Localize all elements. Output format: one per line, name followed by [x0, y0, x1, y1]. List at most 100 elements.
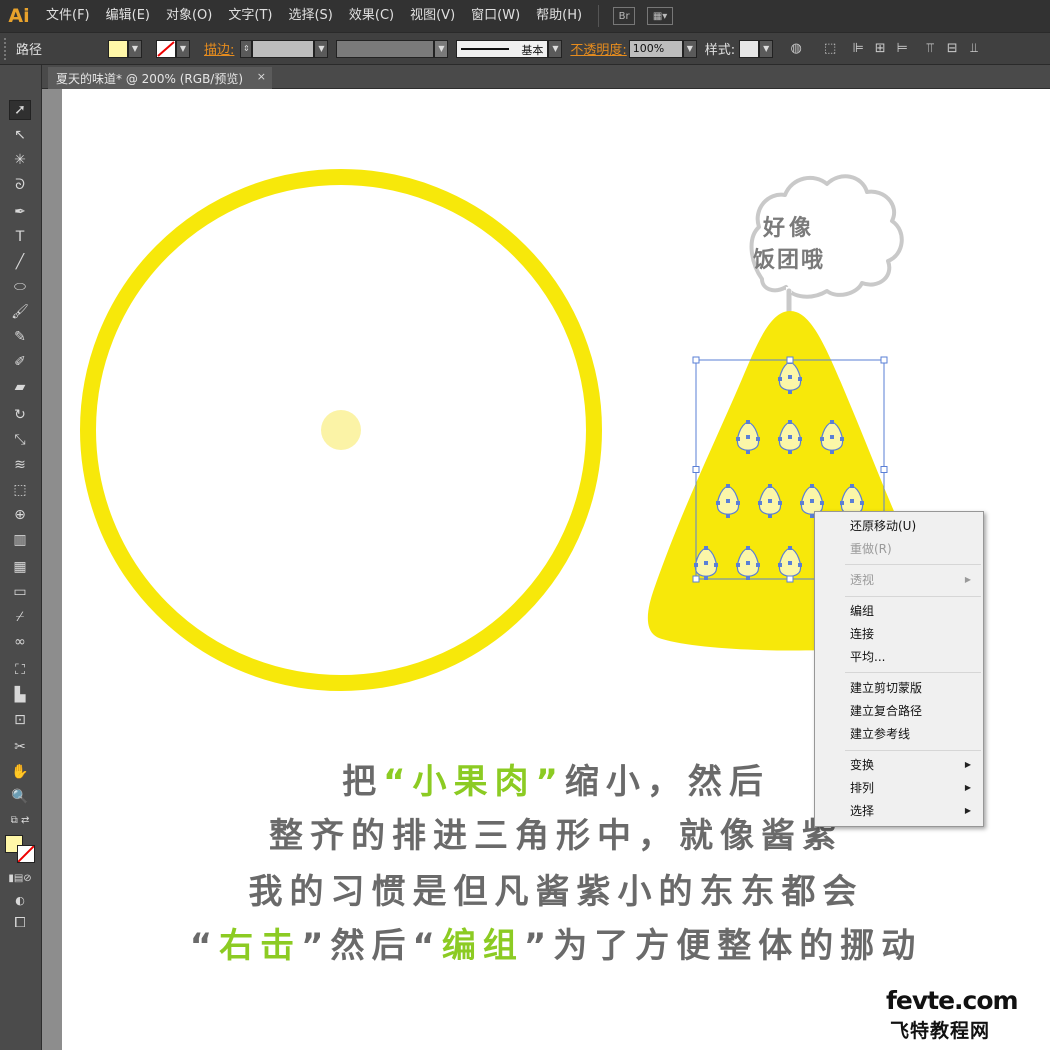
anchor-point[interactable] [798, 437, 802, 441]
paintbrush-tool-icon[interactable]: 🖌 [9, 302, 31, 322]
column-graph-tool-icon[interactable]: ▙ [9, 685, 31, 705]
align-hcenter-icon[interactable]: ⊞ [869, 38, 891, 60]
symbol-sprayer-tool-icon[interactable]: ⛶ [9, 660, 31, 680]
anchor-point[interactable] [788, 390, 792, 394]
anchor-point[interactable] [704, 561, 708, 565]
anchor-point[interactable] [830, 420, 834, 424]
anchor-point[interactable] [788, 450, 792, 454]
menu-select[interactable]: 选择(S) [280, 0, 340, 32]
menu-effect[interactable]: 效果(C) [341, 0, 402, 32]
fill-dropdown-icon[interactable]: ▼ [128, 39, 142, 58]
anchor-point[interactable] [788, 375, 792, 379]
align-right-icon[interactable]: ⊨ [891, 38, 913, 60]
anchor-point[interactable] [850, 499, 854, 503]
blend-tool-icon[interactable]: ∞ [9, 632, 31, 652]
anchor-point[interactable] [798, 377, 802, 381]
menu-item-undo-move[interactable]: 还原移动(U) [815, 515, 983, 537]
anchor-point[interactable] [768, 499, 772, 503]
menu-item-transform[interactable]: 变换 ▶ [815, 754, 983, 776]
anchor-point[interactable] [746, 420, 750, 424]
anchor-point[interactable] [726, 514, 730, 518]
color-mode-buttons-icon[interactable]: ▮▤⊘ [8, 868, 31, 888]
anchor-point[interactable] [736, 437, 740, 441]
opacity-dropdown-icon[interactable]: ▼ [682, 39, 697, 58]
fruit-seed-dot[interactable] [321, 410, 361, 450]
recolor-artwork-icon[interactable]: ◍ [785, 38, 807, 60]
menu-item-arrange[interactable]: 排列 ▶ [815, 777, 983, 799]
anchor-point[interactable] [756, 563, 760, 567]
stroke-weight-label[interactable]: 描边: [198, 39, 240, 58]
anchor-point[interactable] [810, 499, 814, 503]
menu-item-select[interactable]: 选择 ▶ [815, 800, 983, 822]
anchor-point[interactable] [746, 561, 750, 565]
bridge-button[interactable]: Br [613, 7, 636, 25]
anchor-point[interactable] [788, 561, 792, 565]
menu-help[interactable]: 帮助(H) [528, 0, 590, 32]
rotate-tool-icon[interactable]: ↻ [9, 405, 31, 425]
lasso-tool-icon[interactable]: ᘐ [9, 175, 31, 195]
anchor-point[interactable] [840, 501, 844, 505]
opacity-field[interactable]: 100% [628, 39, 683, 58]
menu-type[interactable]: 文字(T) [220, 0, 280, 32]
align-left-icon[interactable]: ⊫ [847, 38, 869, 60]
eraser-tool-icon[interactable]: ▰ [9, 377, 31, 397]
anchor-point[interactable] [850, 484, 854, 488]
align-bottom-icon[interactable]: ⫫ [963, 38, 985, 60]
resize-handle[interactable] [786, 575, 794, 583]
type-tool-icon[interactable]: T [9, 227, 31, 247]
brush-definition-field[interactable]: 基本 [456, 39, 549, 58]
anchor-point[interactable] [778, 501, 782, 505]
anchor-point[interactable] [820, 437, 824, 441]
workspace-layout-icon[interactable]: ▦▾ [647, 7, 674, 25]
eyedropper-tool-icon[interactable]: ⌿ [9, 607, 31, 627]
perspective-grid-tool-icon[interactable]: ▥ [9, 530, 31, 550]
pen-tool-icon[interactable]: ✒ [9, 202, 31, 222]
anchor-point[interactable] [714, 563, 718, 567]
menu-item-average[interactable]: 平均... [815, 646, 983, 668]
brush-dropdown-icon[interactable]: ▼ [548, 39, 563, 58]
default-colors-icon[interactable]: ⧉ ⇄ [9, 810, 31, 830]
document-tab[interactable]: 夏天的味道* @ 200% (RGB/预览) × [48, 67, 272, 89]
anchor-point[interactable] [788, 435, 792, 439]
warp-tool-icon[interactable]: ≋ [9, 455, 31, 475]
opacity-label[interactable]: 不透明度: [570, 39, 628, 58]
resize-handle[interactable] [692, 575, 700, 583]
shape-builder-tool-icon[interactable]: ⊕ [9, 505, 31, 525]
anchor-point[interactable] [726, 484, 730, 488]
menu-edit[interactable]: 编辑(E) [98, 0, 158, 32]
anchor-point[interactable] [778, 563, 782, 567]
screen-mode-icon[interactable]: ⧠ [9, 913, 31, 933]
close-icon[interactable]: × [257, 70, 266, 83]
resize-handle[interactable] [880, 466, 888, 473]
slice-tool-icon[interactable]: ✂ [9, 737, 31, 757]
anchor-point[interactable] [798, 563, 802, 567]
direct-selection-tool-icon[interactable]: ↖ [9, 125, 31, 145]
anchor-point[interactable] [830, 435, 834, 439]
anchor-point[interactable] [778, 437, 782, 441]
stroke-color-box[interactable] [17, 845, 35, 863]
resize-handle[interactable] [786, 356, 794, 364]
draw-mode-icon[interactable]: ◐ [9, 890, 31, 910]
anchor-point[interactable] [726, 499, 730, 503]
anchor-point[interactable] [810, 484, 814, 488]
ellipse-tool-icon[interactable]: ⬭ [9, 277, 31, 297]
resize-handle[interactable] [880, 356, 888, 364]
style-dropdown-icon[interactable]: ▼ [759, 39, 774, 58]
line-tool-icon[interactable]: ╱ [9, 252, 31, 272]
stroke-weight-field[interactable] [252, 39, 315, 58]
menu-item-group[interactable]: 编组 [815, 600, 983, 622]
stroke-dropdown-icon[interactable]: ▼ [176, 39, 190, 58]
anchor-point[interactable] [788, 420, 792, 424]
selection-tool-icon[interactable]: ➚ [9, 100, 31, 120]
magic-wand-tool-icon[interactable]: ✳ [9, 150, 31, 170]
menu-window[interactable]: 窗口(W) [463, 0, 528, 32]
anchor-point[interactable] [778, 377, 782, 381]
profile-dropdown-icon[interactable]: ▼ [434, 39, 449, 58]
anchor-point[interactable] [768, 484, 772, 488]
anchor-point[interactable] [756, 437, 760, 441]
artboard-tool-icon[interactable]: ⊡ [9, 710, 31, 730]
align-to-selection-icon[interactable]: ⬚ [819, 38, 841, 60]
anchor-point[interactable] [830, 450, 834, 454]
mesh-tool-icon[interactable]: ▦ [9, 557, 31, 577]
stroke-weight-stepper[interactable]: ⇕ [240, 39, 253, 58]
